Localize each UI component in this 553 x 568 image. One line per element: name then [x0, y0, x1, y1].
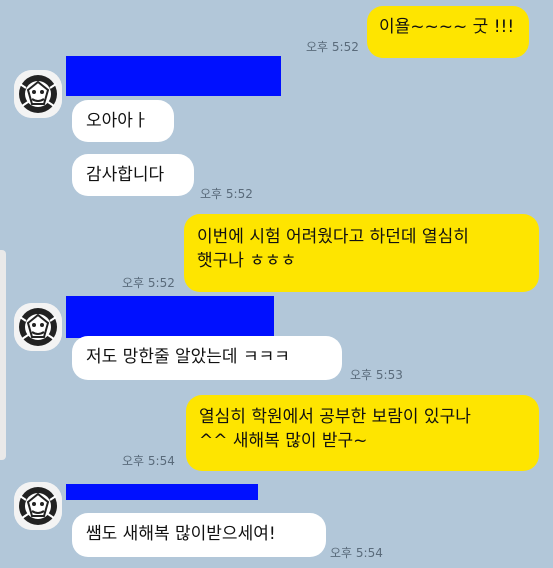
message-time: 오후 5:52	[200, 187, 253, 201]
message-time: 오후 5:52	[122, 276, 175, 290]
incoming-message-bubble[interactable]: 저도 망한줄 알았는데 ㅋㅋㅋ	[72, 336, 342, 380]
redacted-sender-name	[66, 484, 258, 500]
contact-avatar[interactable]	[14, 482, 62, 530]
outgoing-message-bubble[interactable]: 이번에 시험 어려웠다고 하던데 열심히 햇구나 ㅎㅎㅎ	[184, 214, 539, 292]
contact-avatar[interactable]	[14, 70, 62, 118]
redacted-sender-name	[66, 56, 281, 96]
redacted-sender-name	[66, 296, 274, 338]
profile-avatar-icon	[14, 303, 62, 351]
contact-avatar[interactable]	[14, 303, 62, 351]
outgoing-message-bubble[interactable]: 열심히 학원에서 공부한 보람이 있구나 ^^ 새해복 많이 받구~	[186, 395, 539, 471]
message-time: 오후 5:53	[350, 368, 403, 382]
message-time: 오후 5:54	[330, 546, 383, 560]
incoming-message-bubble[interactable]: 감사합니다	[72, 154, 194, 196]
scrollbar[interactable]	[0, 250, 6, 460]
message-time: 오후 5:54	[122, 454, 175, 468]
incoming-message-bubble[interactable]: 쌤도 새해복 많이받으세여!	[72, 513, 326, 557]
incoming-message-bubble[interactable]: 오아아ㅏ	[72, 100, 174, 142]
profile-avatar-icon	[14, 70, 62, 118]
profile-avatar-icon	[14, 482, 62, 530]
message-time: 오후 5:52	[306, 40, 359, 54]
outgoing-message-bubble[interactable]: 이욜~~~~ 굿 !!!	[367, 6, 529, 58]
